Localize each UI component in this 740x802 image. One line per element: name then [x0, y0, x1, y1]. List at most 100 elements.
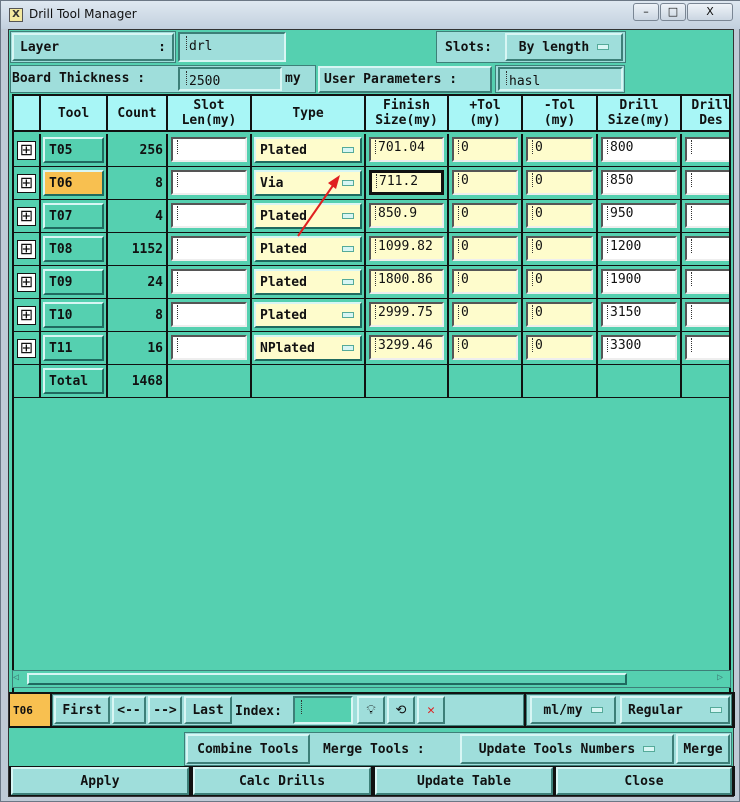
board-thickness-input[interactable]: 2500 [178, 67, 282, 91]
delete-icon[interactable]: ✕ [417, 696, 445, 724]
combine-tools-button[interactable]: Combine Tools [186, 734, 310, 764]
scroll-right-icon[interactable]: ▷ [717, 672, 729, 686]
mode-dropdown[interactable]: Regular [620, 696, 730, 724]
calc-drills-button[interactable]: Calc Drills [193, 767, 371, 795]
minus-tol-input[interactable]: 0 [526, 170, 593, 195]
tool-button[interactable]: T10 [43, 302, 104, 328]
drill-des-input[interactable] [685, 236, 729, 261]
finish-size-input[interactable]: 1099.82 [369, 236, 444, 261]
maximize-button[interactable]: □ [660, 3, 686, 21]
slot-length-input[interactable] [171, 137, 247, 162]
tool-button[interactable]: T08 [43, 236, 104, 262]
user-parameters-button[interactable]: User Parameters : [318, 66, 492, 93]
finish-size-input[interactable]: 701.04 [369, 137, 444, 162]
finish-size-input[interactable]: 711.2 [369, 170, 444, 195]
type-dropdown[interactable]: NPlated [254, 335, 362, 361]
scroll-left-icon[interactable]: ◁ [13, 672, 25, 686]
layer-input[interactable]: drl [178, 32, 286, 62]
close-button[interactable]: Close [556, 767, 732, 795]
tool-button[interactable]: T05 [43, 137, 104, 163]
finish-size-input[interactable]: 1800.86 [369, 269, 444, 294]
drill-des-input[interactable] [685, 170, 729, 195]
minimize-button[interactable]: – [633, 3, 659, 21]
drill-size-input[interactable]: 1200 [601, 236, 677, 261]
minus-tol-input[interactable]: 0 [526, 269, 593, 294]
drill-des-input[interactable] [685, 269, 729, 294]
close-window-button[interactable]: X [687, 3, 733, 21]
type-dropdown[interactable]: Plated [254, 269, 362, 295]
last-button[interactable]: Last [184, 696, 232, 724]
merge-option-dropdown[interactable]: Update Tools Numbers [460, 734, 674, 764]
slot-length-input[interactable] [171, 203, 247, 228]
plus-tol-input[interactable]: 0 [452, 302, 518, 327]
drill-des-input[interactable] [685, 335, 729, 360]
slot-length-input[interactable] [171, 302, 247, 327]
slot-length-input[interactable] [171, 170, 247, 195]
refresh-icon[interactable]: ⟲ [387, 696, 415, 724]
type-dropdown[interactable]: Plated [254, 203, 362, 229]
plus-tol-input[interactable]: 0 [452, 170, 518, 195]
cell-type: Plated [252, 200, 366, 232]
expand-icon[interactable]: ⊞ [17, 305, 36, 325]
minus-tol-input[interactable]: 0 [526, 302, 593, 327]
index-input[interactable] [293, 696, 353, 724]
plus-tol-input[interactable]: 0 [452, 236, 518, 261]
minus-tol-input[interactable]: 0 [526, 236, 593, 261]
drill-size-input[interactable]: 3150 [601, 302, 677, 327]
drill-size-input[interactable]: 1900 [601, 269, 677, 294]
finish-size-input[interactable]: 3299.46 [369, 335, 444, 360]
slot-length-input[interactable] [171, 269, 247, 294]
minus-tol-value: 0 [535, 338, 543, 353]
minus-tol-input[interactable]: 0 [526, 335, 593, 360]
drill-size-input[interactable]: 950 [601, 203, 677, 228]
type-dropdown[interactable]: Plated [254, 302, 362, 328]
merge-button[interactable]: Merge [676, 734, 730, 764]
minus-tol-input[interactable]: 0 [526, 137, 593, 162]
tool-button[interactable]: T09 [43, 269, 104, 295]
cell-drill-size: 1200 [598, 233, 682, 265]
scrollbar-thumb[interactable] [27, 673, 627, 685]
plus-tol-input[interactable]: 0 [452, 203, 518, 228]
cell-slot-length [168, 365, 252, 397]
expand-icon[interactable]: ⊞ [17, 239, 36, 259]
minus-tol-input[interactable]: 0 [526, 203, 593, 228]
expand-icon[interactable]: ⊞ [17, 140, 36, 160]
drill-des-input[interactable] [685, 302, 729, 327]
finish-size-input[interactable]: 2999.75 [369, 302, 444, 327]
first-button[interactable]: First [54, 696, 110, 724]
tool-button[interactable]: T06 [43, 170, 104, 196]
slots-dropdown[interactable]: By length [505, 33, 623, 61]
expand-icon[interactable]: ⊞ [17, 338, 36, 358]
drill-size-input[interactable]: 800 [601, 137, 677, 162]
units-dropdown[interactable]: ml/my [530, 696, 616, 724]
tool-button[interactable]: T11 [43, 335, 104, 361]
plus-tol-input[interactable]: 0 [452, 335, 518, 360]
drill-size-input[interactable]: 3300 [601, 335, 677, 360]
update-table-button[interactable]: Update Table [375, 767, 553, 795]
cell-tool: T09 [41, 266, 108, 298]
layer-button[interactable]: Layer: [12, 33, 174, 61]
plus-tol-input[interactable]: 0 [452, 269, 518, 294]
slot-length-input[interactable] [171, 335, 247, 360]
prev-button[interactable]: <-- [112, 696, 146, 724]
slot-length-input[interactable] [171, 236, 247, 261]
expand-icon[interactable]: ⊞ [17, 173, 36, 193]
type-dropdown[interactable]: Plated [254, 137, 362, 163]
cell-count: 8 [108, 167, 168, 199]
user-parameters-input[interactable]: hasl [498, 67, 623, 91]
type-dropdown[interactable]: Plated [254, 236, 362, 262]
plus-tol-input[interactable]: 0 [452, 137, 518, 162]
expand-icon[interactable]: ⊞ [17, 272, 36, 292]
apply-button[interactable]: Apply [11, 767, 189, 795]
drill-size-input[interactable]: 850 [601, 170, 677, 195]
horizontal-scrollbar[interactable]: ◁ ▷ [12, 670, 731, 688]
drill-des-input[interactable] [685, 137, 729, 162]
finish-size-input[interactable]: 850.9 [369, 203, 444, 228]
bulb-icon[interactable]: 💡︎ [357, 696, 385, 724]
drill-des-input[interactable] [685, 203, 729, 228]
next-button[interactable]: --> [148, 696, 182, 724]
tool-button[interactable]: T07 [43, 203, 104, 229]
expand-icon[interactable]: ⊞ [17, 206, 36, 226]
finish-size-value: 711.2 [379, 174, 419, 189]
type-dropdown[interactable]: Via [254, 170, 362, 196]
